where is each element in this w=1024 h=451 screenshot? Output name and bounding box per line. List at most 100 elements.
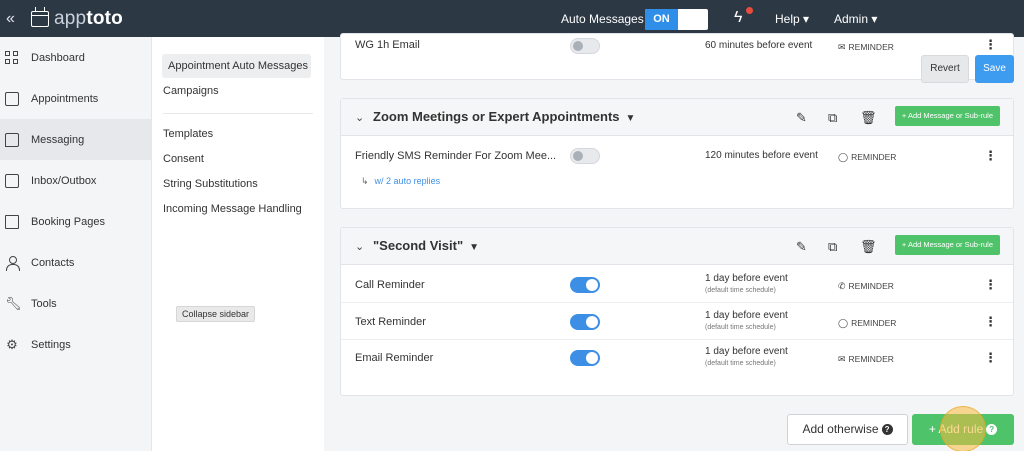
auto-messages-toggle[interactable]: ON [645, 9, 708, 30]
submenu-templates[interactable]: Templates [163, 128, 213, 140]
calendar-logo-icon [31, 6, 49, 27]
message-name[interactable]: Friendly SMS Reminder For Zoom Mee... [355, 150, 556, 162]
message-timing: 1 day before event [705, 273, 788, 284]
dashboard-icon [5, 50, 19, 65]
add-message-button[interactable]: + Add Message or Sub-rule [894, 106, 1000, 126]
sidebar-item-appointments[interactable]: Appointments [0, 78, 151, 119]
edit-icon[interactable]: ✎ [796, 110, 807, 126]
message-timing: 1 day before event [705, 346, 788, 357]
message-kind: ✆ REMINDER [838, 281, 894, 292]
message-row: Text Reminder 1 day before event (defaul… [341, 303, 1013, 340]
messaging-submenu: Appointment Auto Messages Campaigns Temp… [152, 37, 324, 451]
kind-label: REMINDER [851, 152, 897, 162]
message-timing-note: (default time schedule) [705, 360, 776, 367]
chat-icon [5, 132, 19, 147]
collapse-sidebar-tooltip: Collapse sidebar [176, 306, 256, 322]
sidebar-item-settings[interactable]: ⚙ Settings [0, 324, 151, 365]
message-toggle[interactable] [570, 38, 600, 54]
message-row: Call Reminder 1 day before event (defaul… [341, 266, 1013, 303]
more-options-icon[interactable]: ⋮ [984, 314, 997, 330]
message-toggle[interactable] [570, 350, 600, 366]
message-kind: ◯ REMINDER [838, 318, 896, 329]
submenu-divider [163, 113, 313, 114]
message-timing-note: (default time schedule) [705, 324, 776, 331]
chevron-down-icon[interactable]: ⌄ [355, 111, 364, 124]
rule-group-second-visit: ⌄ "Second Visit" ▼ ✎ ⧉ 🗑︎ + Add Message o… [340, 227, 1014, 396]
trash-icon[interactable]: 🗑︎ [860, 110, 877, 126]
collapse-menu-icon[interactable]: « [6, 10, 28, 28]
notification-dot [746, 7, 753, 14]
main-content: WG 1h Email 60 minutes before event ✉ REM… [324, 33, 1024, 451]
sidebar-item-label: Contacts [31, 256, 75, 269]
more-options-icon[interactable]: ⋮ [984, 37, 997, 53]
sidebar-item-inbox[interactable]: Inbox/Outbox [0, 160, 151, 201]
person-icon [5, 255, 20, 271]
add-message-button[interactable]: + Add Message or Sub-rule [894, 235, 1000, 255]
wrench-icon: 🔧︎ [5, 295, 22, 311]
rule-group-zoom: ⌄ Zoom Meetings or Expert Appointments ▼ … [340, 98, 1014, 209]
trash-icon[interactable]: 🗑︎ [860, 239, 877, 255]
message-name[interactable]: Email Reminder [355, 352, 433, 364]
message-name[interactable]: Text Reminder [355, 316, 426, 328]
message-kind: ✉ REMINDER [838, 42, 894, 53]
submenu-incoming-message-handling[interactable]: Incoming Message Handling [163, 203, 302, 215]
group-header: ⌄ "Second Visit" ▼ ✎ ⧉ 🗑︎ + Add Message o… [341, 228, 1013, 265]
message-toggle[interactable] [570, 277, 600, 293]
sidebar-item-label: Inbox/Outbox [31, 174, 97, 187]
filter-icon: ▼ [469, 242, 480, 253]
sidebar-item-booking-pages[interactable]: Booking Pages [0, 201, 151, 242]
sidebar-item-tools[interactable]: 🔧︎ Tools [0, 283, 151, 324]
edit-icon[interactable]: ✎ [796, 239, 807, 255]
admin-menu[interactable]: Admin ▾ [834, 12, 877, 26]
add-rule-button[interactable]: + Add rule? [912, 414, 1014, 445]
revert-button[interactable]: Revert [921, 55, 969, 83]
kind-label: REMINDER [848, 354, 894, 364]
message-toggle[interactable] [570, 314, 600, 330]
group-title[interactable]: "Second Visit" ▼ [373, 238, 479, 253]
chevron-down-icon[interactable]: ⌄ [355, 240, 364, 253]
inbox-icon [5, 173, 19, 188]
group-title[interactable]: Zoom Meetings or Expert Appointments ▼ [373, 109, 635, 124]
sidebar-item-dashboard[interactable]: Dashboard [0, 37, 151, 78]
group-title-text: Zoom Meetings or Expert Appointments [373, 109, 620, 124]
kind-label: REMINDER [851, 318, 897, 328]
message-toggle[interactable] [570, 148, 600, 164]
message-timing: 120 minutes before event [705, 150, 818, 161]
chat-bubble-icon: ◯ [838, 152, 849, 162]
more-options-icon[interactable]: ⋮ [984, 350, 997, 366]
copy-icon[interactable]: ⧉ [828, 239, 837, 255]
save-button[interactable]: Save [975, 55, 1014, 83]
app-logo[interactable]: app toto [31, 6, 123, 30]
submenu-string-substitutions[interactable]: String Substitutions [163, 178, 258, 190]
calendar-icon [5, 91, 19, 106]
submenu-appointment-auto-messages[interactable]: Appointment Auto Messages [162, 54, 311, 78]
sidebar-item-label: Settings [31, 338, 71, 351]
help-circle-icon: ? [881, 424, 893, 435]
submenu-consent[interactable]: Consent [163, 153, 204, 165]
submenu-campaigns[interactable]: Campaigns [163, 85, 219, 97]
auto-replies-link[interactable]: ↳ w/ 2 auto replies [361, 176, 440, 187]
reply-arrow-icon: ↳ [361, 176, 369, 186]
more-options-icon[interactable]: ⋮ [984, 148, 997, 164]
sidebar-item-label: Tools [31, 297, 57, 310]
lightning-icon[interactable]: ϟ [734, 7, 753, 27]
message-row: Email Reminder 1 day before event (defau… [341, 340, 1013, 377]
message-name[interactable]: WG 1h Email [355, 39, 420, 51]
book-icon [5, 214, 19, 229]
more-options-icon[interactable]: ⋮ [984, 277, 997, 293]
brand-name-part1: app [54, 7, 87, 29]
sidebar-item-label: Messaging [31, 133, 85, 146]
sidebar-item-messaging[interactable]: Messaging [0, 119, 151, 160]
help-circle-icon: ? [986, 424, 998, 435]
message-name[interactable]: Call Reminder [355, 279, 425, 291]
add-otherwise-button[interactable]: Add otherwise? [787, 414, 908, 445]
help-menu[interactable]: Help ▾ [775, 12, 809, 26]
sidebar: Dashboard Appointments Messaging Inbox/O… [0, 37, 152, 451]
gear-icon: ⚙ [6, 336, 18, 352]
message-timing: 60 minutes before event [705, 40, 813, 51]
chat-bubble-icon: ◯ [838, 318, 849, 328]
message-kind: ✉ REMINDER [838, 354, 894, 365]
copy-icon[interactable]: ⧉ [828, 110, 837, 126]
group-title-text: "Second Visit" [373, 238, 464, 253]
sidebar-item-contacts[interactable]: Contacts [0, 242, 151, 283]
